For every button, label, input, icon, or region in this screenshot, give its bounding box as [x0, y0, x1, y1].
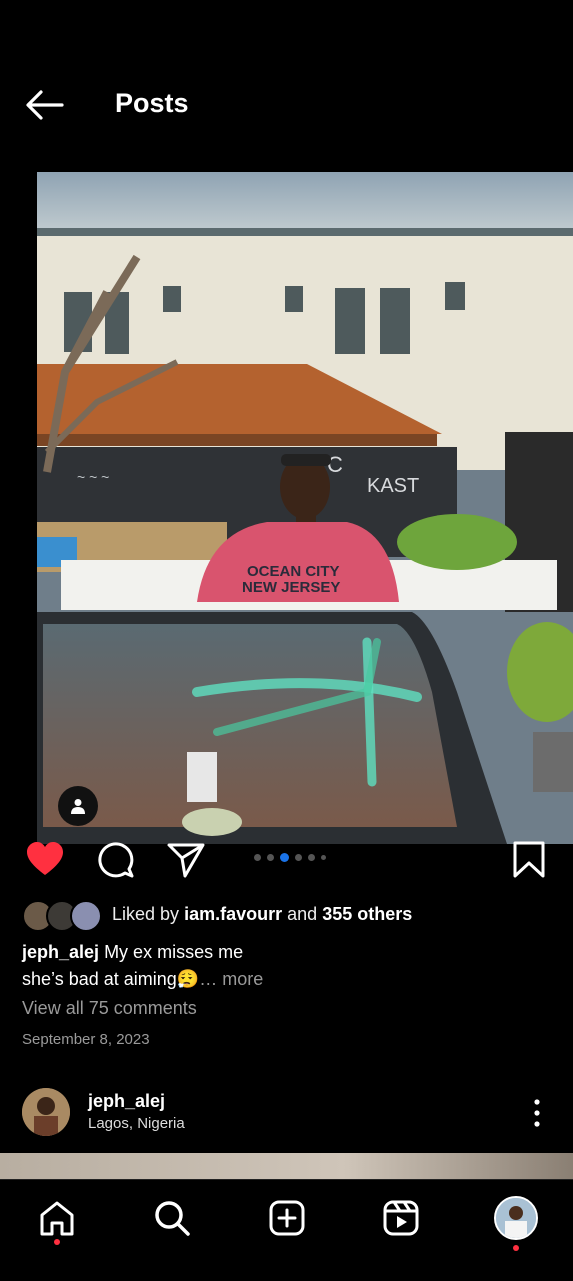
carousel-dot — [295, 854, 302, 861]
reels-icon — [383, 1200, 419, 1236]
liker-username[interactable]: iam.favourr — [184, 904, 282, 925]
caption-emoji: 😮‍💨 — [176, 969, 200, 989]
svg-text:OCEAN CITY: OCEAN CITY — [247, 563, 340, 580]
create-icon — [269, 1200, 305, 1236]
search-icon — [155, 1201, 190, 1236]
nav-create[interactable] — [265, 1196, 309, 1240]
view-comments-link[interactable]: View all 75 comments — [22, 998, 197, 1019]
liker-avatars — [22, 898, 108, 932]
next-post-username[interactable]: jeph_alej — [88, 1091, 165, 1112]
caption-username[interactable]: jeph_alej — [22, 942, 99, 962]
likes-prefix: Liked by — [112, 903, 180, 924]
nav-reels[interactable] — [379, 1196, 423, 1240]
svg-text:KAST: KAST — [367, 475, 419, 497]
header-bar: Posts — [0, 70, 573, 140]
back-arrow-icon[interactable] — [24, 88, 64, 122]
likes-summary[interactable]: Liked by iam.favourr and 355 others — [22, 898, 412, 932]
next-post-image[interactable] — [0, 1153, 573, 1179]
home-icon — [40, 1201, 74, 1236]
carousel-dot — [308, 854, 315, 861]
more-vertical-icon[interactable] — [527, 1098, 547, 1128]
bottom-nav — [0, 1179, 573, 1281]
nav-home[interactable] — [35, 1196, 79, 1240]
carousel-dot — [321, 855, 326, 860]
next-post-header: jeph_alej Lagos, Nigeria — [0, 1084, 573, 1140]
caption-line2: she’s bad at aiming — [22, 969, 177, 989]
bookmark-icon[interactable] — [512, 840, 546, 880]
heart-filled-icon[interactable] — [25, 840, 65, 880]
carousel-indicator — [254, 853, 326, 862]
carousel-dot — [254, 854, 261, 861]
post-image[interactable]: ~ ~ ~ C KAST OCEAN CITY NEW JERSEY — [37, 172, 573, 844]
carousel-dot — [267, 854, 274, 861]
notification-dot — [54, 1239, 60, 1245]
svg-text:NEW JERSEY: NEW JERSEY — [242, 579, 340, 596]
likes-middle: and — [287, 903, 318, 924]
notification-dot — [513, 1245, 519, 1251]
nav-profile[interactable] — [494, 1196, 538, 1240]
caption-line1: My ex misses me — [104, 942, 244, 962]
avatar[interactable] — [22, 1088, 70, 1136]
svg-text:~ ~ ~: ~ ~ ~ — [77, 469, 109, 485]
likes-count[interactable]: 355 others — [322, 904, 412, 925]
avatar — [70, 900, 102, 932]
post-caption: jeph_alej My ex misses me she’s bad at a… — [22, 939, 542, 993]
send-icon[interactable] — [166, 840, 206, 880]
nav-search[interactable] — [150, 1196, 194, 1240]
page-title: Posts — [115, 88, 189, 118]
carousel-dot-active — [280, 853, 289, 862]
user-tag-icon[interactable] — [58, 786, 98, 826]
profile-avatar — [494, 1196, 538, 1240]
comment-icon[interactable] — [96, 840, 136, 880]
caption-more-link[interactable]: … more — [199, 969, 263, 989]
post-actions — [0, 838, 573, 882]
post-date: September 8, 2023 — [22, 1031, 150, 1048]
next-post-location[interactable]: Lagos, Nigeria — [88, 1115, 185, 1132]
